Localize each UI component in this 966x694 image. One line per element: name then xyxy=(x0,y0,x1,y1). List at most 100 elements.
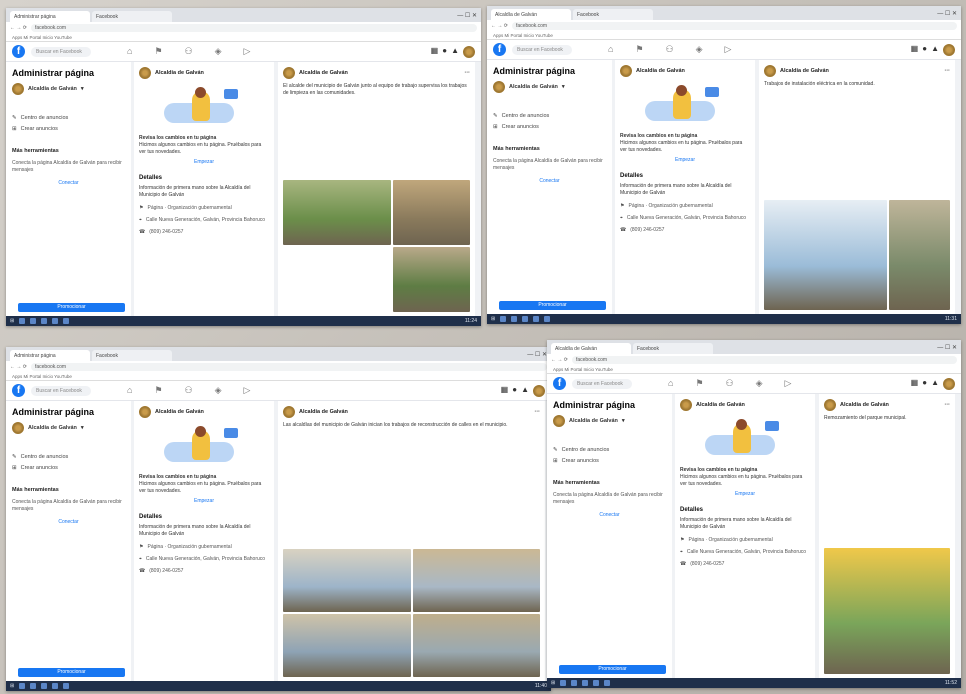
watch-icon[interactable]: ▷ xyxy=(244,385,251,396)
menu-icon[interactable]: ▦ xyxy=(911,378,919,390)
browser-tab[interactable]: Alcaldía de Galván xyxy=(551,343,631,354)
url-input[interactable]: facebook.com xyxy=(30,23,477,32)
taskbar-app-icon[interactable] xyxy=(593,680,600,686)
search-input[interactable]: Buscar en Facebook xyxy=(31,46,91,57)
browser-tab[interactable]: Facebook xyxy=(573,9,653,20)
post-photo[interactable] xyxy=(392,247,470,312)
avatar[interactable] xyxy=(463,45,475,58)
pages-icon[interactable]: ⚑ xyxy=(154,385,162,396)
page-header[interactable]: Alcaldía de Galván xyxy=(680,399,810,411)
notifications-icon[interactable]: ▲ xyxy=(931,44,939,56)
post-photo[interactable] xyxy=(392,180,470,245)
page-selector[interactable]: Alcaldía de Galván ▾ xyxy=(493,81,606,93)
facebook-logo-icon[interactable]: f xyxy=(12,384,25,397)
sidebar-item-create-ads[interactable]: ⊞ Crear anuncios xyxy=(553,458,666,464)
gaming-icon[interactable]: ◈ xyxy=(215,385,222,396)
watch-icon[interactable]: ▷ xyxy=(725,44,732,55)
gaming-icon[interactable]: ◈ xyxy=(215,46,222,57)
taskbar-app-icon[interactable] xyxy=(522,316,529,322)
browser-tab[interactable]: Administrar página xyxy=(10,11,90,22)
browser-tab[interactable]: Alcaldía de Galván xyxy=(491,9,571,20)
url-input[interactable]: facebook.com xyxy=(30,362,547,371)
home-icon[interactable]: ⌂ xyxy=(668,378,673,389)
chevron-down-icon[interactable]: ▾ xyxy=(622,418,625,424)
post-photo[interactable] xyxy=(412,614,540,677)
post-header[interactable]: Alcaldía de Galván ··· xyxy=(824,399,950,411)
promote-button[interactable]: Promocionar xyxy=(559,665,666,674)
sidebar-item-ad-center[interactable]: ✎ Centro de anuncios xyxy=(493,113,606,119)
groups-icon[interactable]: ⚇ xyxy=(185,46,193,57)
pages-icon[interactable]: ⚑ xyxy=(635,44,643,55)
facebook-logo-icon[interactable]: f xyxy=(12,45,25,58)
search-input[interactable]: Buscar en Facebook xyxy=(512,44,572,55)
review-start-link[interactable]: Empezar xyxy=(139,498,269,504)
taskbar-app-icon[interactable] xyxy=(41,683,48,689)
avatar[interactable] xyxy=(943,377,955,390)
facebook-logo-icon[interactable]: f xyxy=(553,377,566,390)
back-icon[interactable]: ← → ⟳ xyxy=(10,364,27,370)
post-header[interactable]: Alcaldía de Galván ··· xyxy=(764,65,950,77)
post-photo[interactable] xyxy=(283,614,411,677)
menu-icon[interactable]: ▦ xyxy=(911,44,919,56)
post-photo[interactable] xyxy=(283,180,391,245)
watch-icon[interactable]: ▷ xyxy=(244,46,251,57)
url-input[interactable]: facebook.com xyxy=(511,21,957,30)
messenger-icon[interactable]: ● xyxy=(442,46,447,58)
avatar[interactable] xyxy=(943,43,955,56)
notifications-icon[interactable]: ▲ xyxy=(521,385,529,397)
bookmarks-bar[interactable]: Apps Mi Portal Inicio YouTube xyxy=(547,365,961,374)
page-selector[interactable]: Alcaldía de Galván ▾ xyxy=(553,415,666,427)
taskbar-app-icon[interactable] xyxy=(52,318,59,324)
sidebar-item-ad-center[interactable]: ✎ Centro de anuncios xyxy=(12,115,125,121)
windows-start-icon[interactable]: ⊞ xyxy=(10,318,14,324)
taskbar-app-icon[interactable] xyxy=(582,680,589,686)
sidebar-item-create-ads[interactable]: ⊞ Crear anuncios xyxy=(12,465,125,471)
taskbar-app-icon[interactable] xyxy=(533,316,540,322)
watch-icon[interactable]: ▷ xyxy=(785,378,792,389)
sidebar-item-ad-center[interactable]: ✎ Centro de anuncios xyxy=(12,454,125,460)
avatar[interactable] xyxy=(533,384,545,397)
window-controls[interactable]: — ☐ ✕ xyxy=(933,10,961,20)
browser-tab[interactable]: Administrar página xyxy=(10,350,90,361)
page-header[interactable]: Alcaldía de Galván xyxy=(139,406,269,418)
page-selector[interactable]: Alcaldía de Galván ▾ xyxy=(12,83,125,95)
taskbar-app-icon[interactable] xyxy=(52,683,59,689)
post-photo[interactable] xyxy=(764,200,887,310)
promote-button[interactable]: Promocionar xyxy=(18,303,125,312)
browser-tab[interactable]: Facebook xyxy=(92,350,172,361)
windows-start-icon[interactable]: ⊞ xyxy=(551,680,555,686)
gaming-icon[interactable]: ◈ xyxy=(756,378,763,389)
sidebar-item-ad-center[interactable]: ✎ Centro de anuncios xyxy=(553,447,666,453)
back-icon[interactable]: ← → ⟳ xyxy=(10,25,27,31)
taskbar-app-icon[interactable] xyxy=(560,680,567,686)
browser-tab[interactable]: Facebook xyxy=(92,11,172,22)
page-header[interactable]: Alcaldía de Galván xyxy=(139,67,269,79)
back-icon[interactable]: ← → ⟳ xyxy=(491,23,508,29)
promote-button[interactable]: Promocionar xyxy=(18,668,125,677)
more-options-icon[interactable]: ··· xyxy=(945,402,951,408)
groups-icon[interactable]: ⚇ xyxy=(185,385,193,396)
connect-link[interactable]: Conectar xyxy=(553,512,666,518)
page-header[interactable]: Alcaldía de Galván xyxy=(620,65,750,77)
windows-start-icon[interactable]: ⊞ xyxy=(10,683,14,689)
post-photo[interactable] xyxy=(283,549,411,612)
page-selector[interactable]: Alcaldía de Galván ▾ xyxy=(12,422,125,434)
taskbar-app-icon[interactable] xyxy=(511,316,518,322)
promote-button[interactable]: Promocionar xyxy=(499,301,606,310)
notifications-icon[interactable]: ▲ xyxy=(931,378,939,390)
chevron-down-icon[interactable]: ▾ xyxy=(562,84,565,90)
post-header[interactable]: Alcaldía de Galván ··· xyxy=(283,406,540,418)
more-options-icon[interactable]: ··· xyxy=(535,409,541,415)
review-start-link[interactable]: Empezar xyxy=(139,159,269,165)
window-controls[interactable]: — ☐ ✕ xyxy=(453,12,481,22)
connect-link[interactable]: Conectar xyxy=(493,178,606,184)
taskbar-app-icon[interactable] xyxy=(41,318,48,324)
messenger-icon[interactable]: ● xyxy=(922,378,927,390)
connect-link[interactable]: Conectar xyxy=(12,519,125,525)
facebook-logo-icon[interactable]: f xyxy=(493,43,506,56)
taskbar-app-icon[interactable] xyxy=(544,316,551,322)
messenger-icon[interactable]: ● xyxy=(922,44,927,56)
window-controls[interactable]: — ☐ ✕ xyxy=(933,344,961,354)
taskbar-app-icon[interactable] xyxy=(500,316,507,322)
post-header[interactable]: Alcaldía de Galván ··· xyxy=(283,67,470,79)
